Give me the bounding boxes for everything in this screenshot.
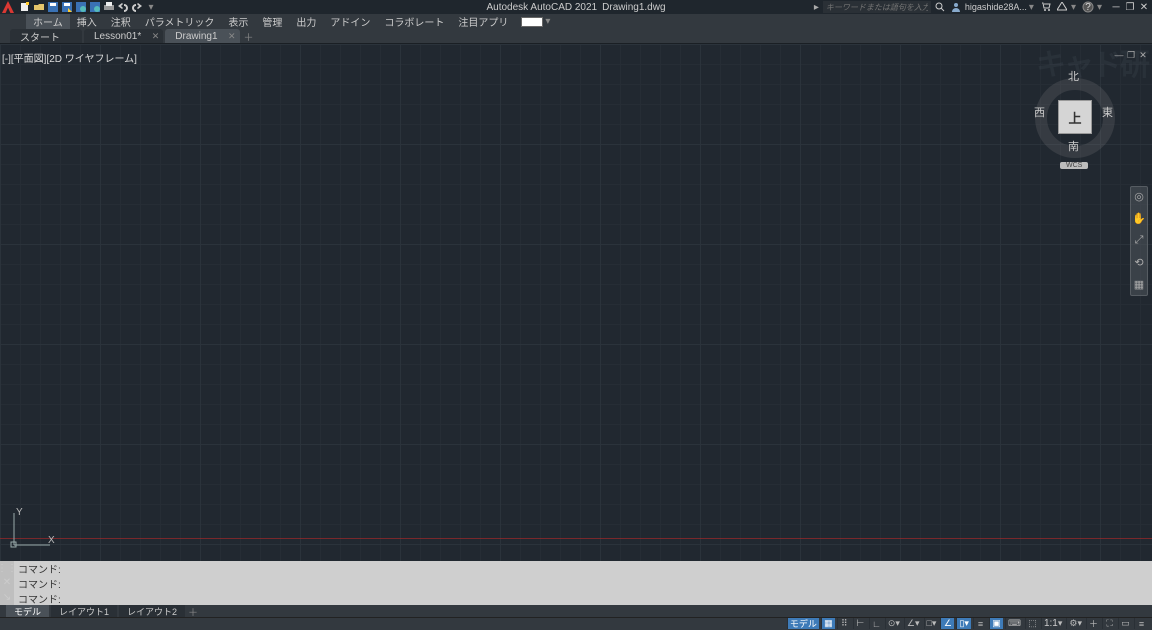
doc-window-controls: — ❐ ✕ bbox=[1114, 50, 1148, 60]
status-osnap-icon[interactable]: □▾ bbox=[924, 618, 939, 629]
close-button[interactable]: ✕ bbox=[1138, 1, 1150, 13]
status-isolate-icon[interactable]: ⛶ bbox=[1102, 618, 1116, 629]
svg-text:Y: Y bbox=[16, 507, 23, 518]
undo-icon[interactable] bbox=[117, 1, 129, 13]
viewcube-west[interactable]: 西 bbox=[1034, 104, 1045, 120]
search-input[interactable] bbox=[823, 1, 931, 13]
svg-text:X: X bbox=[48, 535, 55, 546]
menu-home[interactable]: ホーム bbox=[26, 14, 70, 29]
status-lwt-icon[interactable]: ▯▾ bbox=[956, 618, 970, 629]
plot-icon[interactable] bbox=[103, 1, 115, 13]
web-open-icon[interactable] bbox=[75, 1, 87, 13]
qat-dropdown-icon[interactable]: ▾ bbox=[145, 1, 157, 13]
tab-lesson01[interactable]: Lesson01*✕ bbox=[84, 29, 163, 43]
orbit-icon[interactable]: ⟲ bbox=[1132, 256, 1146, 270]
status-dyn-icon[interactable]: ⌨ bbox=[1005, 618, 1023, 629]
drawing-viewport[interactable]: キャド研 [-][平面図][2D ワイヤフレーム] — ❐ ✕ Y X bbox=[0, 44, 1152, 561]
tab-drawing1[interactable]: Drawing1✕ bbox=[165, 29, 239, 43]
viewcube-south[interactable]: 南 bbox=[1068, 138, 1079, 154]
search-expand-icon[interactable]: ▸ bbox=[814, 2, 819, 13]
menu-parametric[interactable]: パラメトリック bbox=[138, 14, 222, 29]
status-infer-icon[interactable]: ⊢ bbox=[853, 618, 867, 629]
status-grid-icon[interactable]: ▦ bbox=[821, 618, 835, 629]
doc-minimize-button[interactable]: — bbox=[1114, 50, 1124, 60]
svg-text:?: ? bbox=[1085, 2, 1091, 13]
web-save-icon[interactable] bbox=[89, 1, 101, 13]
menu-featured[interactable]: 注目アプリ bbox=[451, 14, 515, 29]
zoom-extents-icon[interactable]: ⤢ bbox=[1132, 234, 1146, 248]
user-name[interactable]: higashide28A... bbox=[965, 2, 1027, 12]
status-modelspace[interactable]: モデル bbox=[787, 618, 819, 629]
viewcube-north[interactable]: 北 bbox=[1068, 68, 1079, 84]
close-icon[interactable]: ✕ bbox=[152, 31, 160, 42]
menu-insert[interactable]: 挿入 bbox=[70, 14, 104, 29]
tab-start[interactable]: スタート bbox=[10, 29, 82, 43]
file-tabs: スタート Lesson01*✕ Drawing1✕ ＋ bbox=[0, 29, 1152, 44]
command-history-line: コマンド: bbox=[14, 561, 1152, 576]
minimize-button[interactable]: ─ bbox=[1110, 1, 1122, 13]
nav-wheel-icon[interactable]: ◎ bbox=[1132, 190, 1146, 204]
menu-manage[interactable]: 管理 bbox=[255, 14, 289, 29]
layout-tab-layout2[interactable]: レイアウト2 bbox=[119, 605, 185, 617]
app-title: Autodesk AutoCAD 2021 Drawing1.dwg bbox=[486, 2, 665, 13]
app-logo-icon[interactable] bbox=[2, 1, 14, 13]
command-history-line: コマンド: bbox=[14, 591, 1152, 606]
menu-bar: ホーム 挿入 注釈 パラメトリック 表示 管理 出力 アドイン コラボレート 注… bbox=[0, 14, 1152, 29]
viewcube-top-face[interactable]: 上 bbox=[1058, 100, 1092, 134]
command-line-area: ⋮⋮✕↘ コマンド: コマンド: コマンド: ▸▾ bbox=[0, 561, 1152, 605]
close-icon[interactable]: ✕ bbox=[228, 31, 236, 42]
status-ortho-icon[interactable]: ∟ bbox=[869, 618, 883, 629]
viewcube-wcs[interactable]: WCS bbox=[1060, 162, 1088, 169]
restore-button[interactable]: ❐ bbox=[1124, 1, 1136, 13]
status-isodraft-icon[interactable]: ∠▾ bbox=[904, 618, 922, 629]
layout-tab-model[interactable]: モデル bbox=[6, 605, 49, 617]
saveas-icon[interactable] bbox=[61, 1, 73, 13]
ucs-icon[interactable]: Y X bbox=[10, 509, 54, 553]
status-plus-icon[interactable]: ＋ bbox=[1086, 618, 1100, 629]
user-icon[interactable] bbox=[950, 1, 962, 13]
app-exchange-icon[interactable] bbox=[1056, 1, 1068, 13]
new-icon[interactable] bbox=[19, 1, 31, 13]
doc-close-button[interactable]: ✕ bbox=[1138, 50, 1148, 60]
viewcube[interactable]: 北 南 西 東 上 WCS bbox=[1032, 62, 1118, 162]
quick-access-toolbar: ▾ Autodesk AutoCAD 2021 Drawing1.dwg ▸ h… bbox=[0, 0, 1152, 14]
status-snapmode-icon[interactable]: ⠿ bbox=[837, 618, 851, 629]
search-icon[interactable] bbox=[934, 1, 946, 13]
redo-icon[interactable] bbox=[131, 1, 143, 13]
menu-annotate[interactable]: 注釈 bbox=[104, 14, 138, 29]
layout-tab-layout1[interactable]: レイアウト1 bbox=[51, 605, 117, 617]
new-tab-button[interactable]: ＋ bbox=[242, 29, 256, 43]
navigation-bar: ◎ ✋ ⤢ ⟲ ▦ bbox=[1130, 186, 1148, 296]
status-selection-icon[interactable]: ▣ bbox=[989, 618, 1003, 629]
showmotion-icon[interactable]: ▦ bbox=[1132, 278, 1146, 292]
status-autosnap-icon[interactable]: ∠ bbox=[940, 618, 954, 629]
color-swatch[interactable] bbox=[521, 17, 543, 27]
command-history-line: コマンド: bbox=[14, 576, 1152, 591]
status-cleanscreen-icon[interactable]: ▭ bbox=[1118, 618, 1132, 629]
menu-view[interactable]: 表示 bbox=[221, 14, 255, 29]
layout-tabs: モデル レイアウト1 レイアウト2 ＋ bbox=[0, 605, 1152, 617]
menu-addins[interactable]: アドイン bbox=[323, 14, 377, 29]
axis-line bbox=[0, 538, 1152, 539]
cart-icon[interactable] bbox=[1040, 1, 1052, 13]
doc-restore-button[interactable]: ❐ bbox=[1126, 50, 1136, 60]
menu-collaborate[interactable]: コラボレート bbox=[377, 14, 451, 29]
viewport-controls[interactable]: [-][平面図][2D ワイヤフレーム] bbox=[2, 50, 137, 65]
status-customize-icon[interactable]: ≡ bbox=[1134, 618, 1148, 629]
status-transparency-icon[interactable]: ≡ bbox=[973, 618, 987, 629]
grid bbox=[0, 44, 1152, 561]
command-handle[interactable]: ⋮⋮✕↘ bbox=[0, 561, 14, 605]
status-gear-icon[interactable]: ⚙▾ bbox=[1066, 618, 1084, 629]
help-icon[interactable]: ? bbox=[1082, 1, 1094, 13]
viewcube-east[interactable]: 東 bbox=[1102, 104, 1113, 120]
status-cycling-icon[interactable]: ⬚ bbox=[1025, 618, 1039, 629]
status-bar: モデル ▦ ⠿ ⊢ ∟ ⊙▾ ∠▾ □▾ ∠ ▯▾ ≡ ▣ ⌨ ⬚ 1:1▾ ⚙… bbox=[0, 617, 1152, 629]
status-polar-icon[interactable]: ⊙▾ bbox=[885, 618, 902, 629]
menu-output[interactable]: 出力 bbox=[289, 14, 323, 29]
pan-icon[interactable]: ✋ bbox=[1132, 212, 1146, 226]
open-icon[interactable] bbox=[33, 1, 45, 13]
save-icon[interactable] bbox=[47, 1, 59, 13]
status-annoscale[interactable]: 1:1▾ bbox=[1041, 618, 1064, 629]
